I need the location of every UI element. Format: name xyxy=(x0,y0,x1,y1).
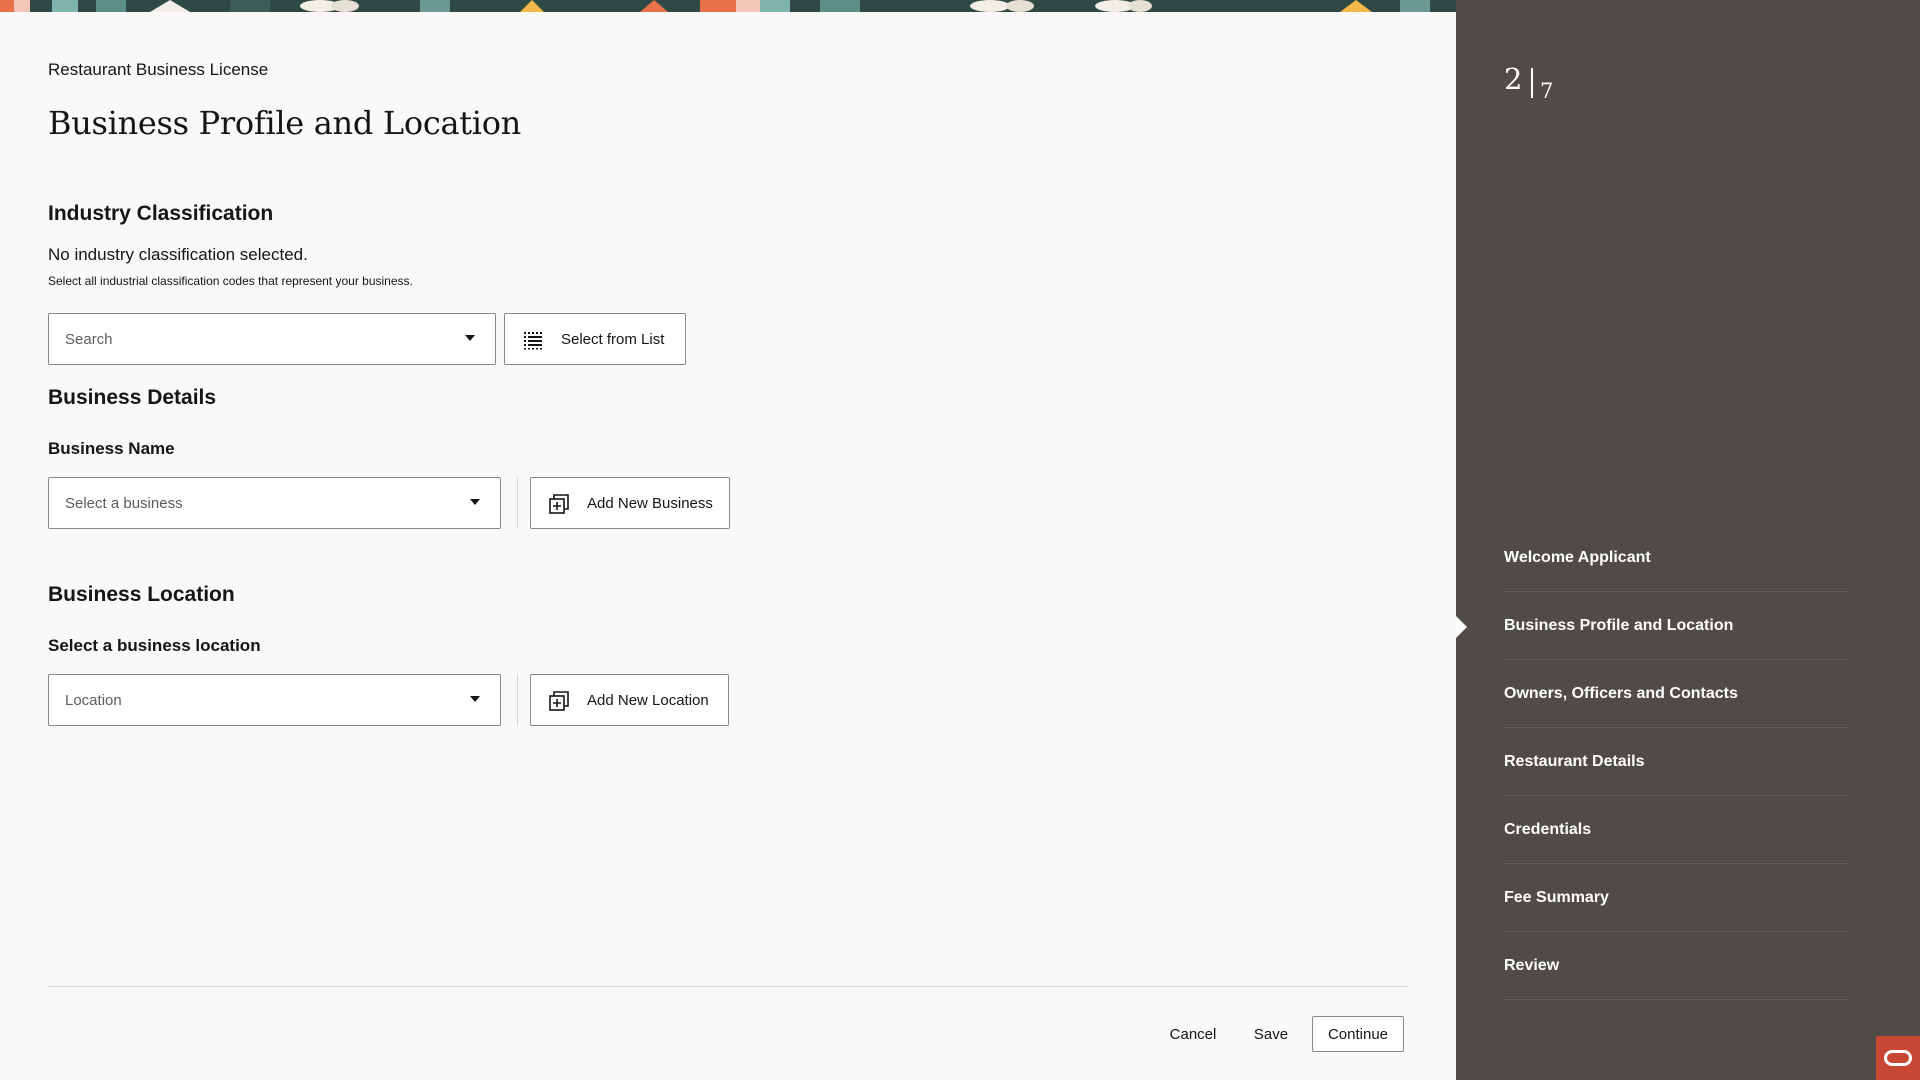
step-label: Review xyxy=(1504,956,1560,974)
step-item-business-profile[interactable]: Business Profile and Location xyxy=(1504,592,1848,660)
add-new-business-button[interactable]: Add New Business xyxy=(530,477,730,529)
cancel-button[interactable]: Cancel xyxy=(1160,1016,1226,1052)
add-box-icon xyxy=(549,691,569,711)
chevron-down-icon xyxy=(465,335,475,341)
footer-divider xyxy=(48,986,1408,987)
main-content: Restaurant Business License Business Pro… xyxy=(0,12,1456,1080)
progress-sidebar: 2 7 Welcome Applicant Business Profile a… xyxy=(1456,0,1920,1080)
step-item-restaurant-details[interactable]: Restaurant Details xyxy=(1504,728,1848,796)
add-new-location-button[interactable]: Add New Location xyxy=(530,674,729,726)
add-new-business-label: Add New Business xyxy=(587,494,713,512)
business-name-placeholder: Select a business xyxy=(65,494,183,512)
step-item-fee-summary[interactable]: Fee Summary xyxy=(1504,864,1848,932)
add-new-location-label: Add New Location xyxy=(587,691,709,709)
step-label: Owners, Officers and Contacts xyxy=(1504,684,1738,702)
step-item-welcome-applicant[interactable]: Welcome Applicant xyxy=(1504,524,1848,592)
app-title: Restaurant Business License xyxy=(48,60,269,79)
step-item-review[interactable]: Review xyxy=(1504,932,1848,1000)
brand-ring-shape xyxy=(1884,1050,1912,1066)
business-name-label: Business Name xyxy=(48,439,175,458)
select-from-list-label: Select from List xyxy=(561,330,665,348)
current-step-number: 2 xyxy=(1504,62,1523,96)
select-from-list-button[interactable]: Select from List xyxy=(504,313,686,365)
continue-button[interactable]: Continue xyxy=(1312,1016,1404,1052)
business-location-select[interactable]: Location xyxy=(48,674,501,726)
oracle-logo-icon[interactable] xyxy=(1876,1036,1920,1080)
decorative-banner xyxy=(0,0,1456,12)
chevron-down-icon xyxy=(470,499,480,505)
step-label: Fee Summary xyxy=(1504,888,1609,906)
step-label: Business Profile and Location xyxy=(1504,616,1734,634)
step-label: Welcome Applicant xyxy=(1504,548,1651,566)
step-item-owners-officers[interactable]: Owners, Officers and Contacts xyxy=(1504,660,1848,728)
step-label: Restaurant Details xyxy=(1504,752,1645,770)
industry-classification-heading: Industry Classification xyxy=(48,202,274,225)
field-divider xyxy=(517,674,518,726)
total-steps-number: 7 xyxy=(1540,79,1554,103)
save-button[interactable]: Save xyxy=(1243,1016,1299,1052)
business-location-placeholder: Location xyxy=(65,691,122,709)
field-divider xyxy=(517,477,518,529)
step-label: Credentials xyxy=(1504,820,1592,838)
classification-status: No industry classification selected. xyxy=(48,245,308,264)
add-box-icon xyxy=(549,494,569,514)
industry-search-input[interactable]: Search xyxy=(48,313,496,365)
step-list: Welcome Applicant Business Profile and L… xyxy=(1504,524,1848,1000)
active-step-indicator xyxy=(1456,616,1467,638)
list-grid-icon xyxy=(523,330,543,350)
chevron-down-icon xyxy=(470,696,480,702)
business-details-heading: Business Details xyxy=(48,386,217,409)
industry-search-placeholder: Search xyxy=(65,330,113,348)
business-location-heading: Business Location xyxy=(48,583,235,606)
step-item-credentials[interactable]: Credentials xyxy=(1504,796,1848,864)
business-location-label: Select a business location xyxy=(48,636,261,655)
business-name-select[interactable]: Select a business xyxy=(48,477,501,529)
step-counter-separator xyxy=(1531,68,1533,98)
classification-helper-text: Select all industrial classification cod… xyxy=(48,274,413,288)
page-title: Business Profile and Location xyxy=(48,104,521,142)
